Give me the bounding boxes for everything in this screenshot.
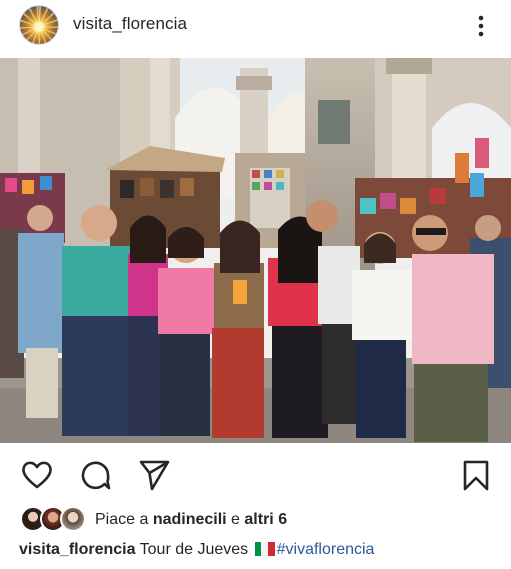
likes-prefix: Piace a <box>95 511 153 528</box>
post-photo[interactable] <box>0 58 511 443</box>
likes-others[interactable]: altri 6 <box>244 511 287 528</box>
caption-hashtag[interactable]: #vivaflorencia <box>277 541 375 558</box>
likes-connector: e <box>226 511 245 528</box>
send-icon[interactable] <box>137 458 171 492</box>
likes-row[interactable]: Piace a nadinecili e altri 6 <box>0 505 511 535</box>
likes-text[interactable]: Piace a nadinecili e altri 6 <box>95 511 287 529</box>
post-caption: visita_florencia Tour de Jueves #vivaflo… <box>19 541 374 559</box>
profile-avatar[interactable] <box>19 5 59 45</box>
liker-avatar <box>60 506 86 532</box>
post-header: visita_florencia <box>0 0 511 52</box>
next-line-clipped <box>19 563 319 569</box>
heart-icon[interactable] <box>20 458 54 492</box>
italy-flag-icon <box>254 542 275 556</box>
likes-first-user[interactable]: nadinecili <box>153 511 227 528</box>
bookmark-icon[interactable] <box>459 458 493 492</box>
post-username[interactable]: visita_florencia <box>73 14 187 34</box>
more-vertical-icon[interactable] <box>470 12 492 40</box>
post-actions <box>0 446 511 496</box>
group-photo <box>0 58 511 443</box>
caption-username[interactable]: visita_florencia <box>19 541 136 558</box>
caption-text: Tour de Jueves <box>139 541 249 558</box>
comment-icon[interactable] <box>79 458 113 492</box>
